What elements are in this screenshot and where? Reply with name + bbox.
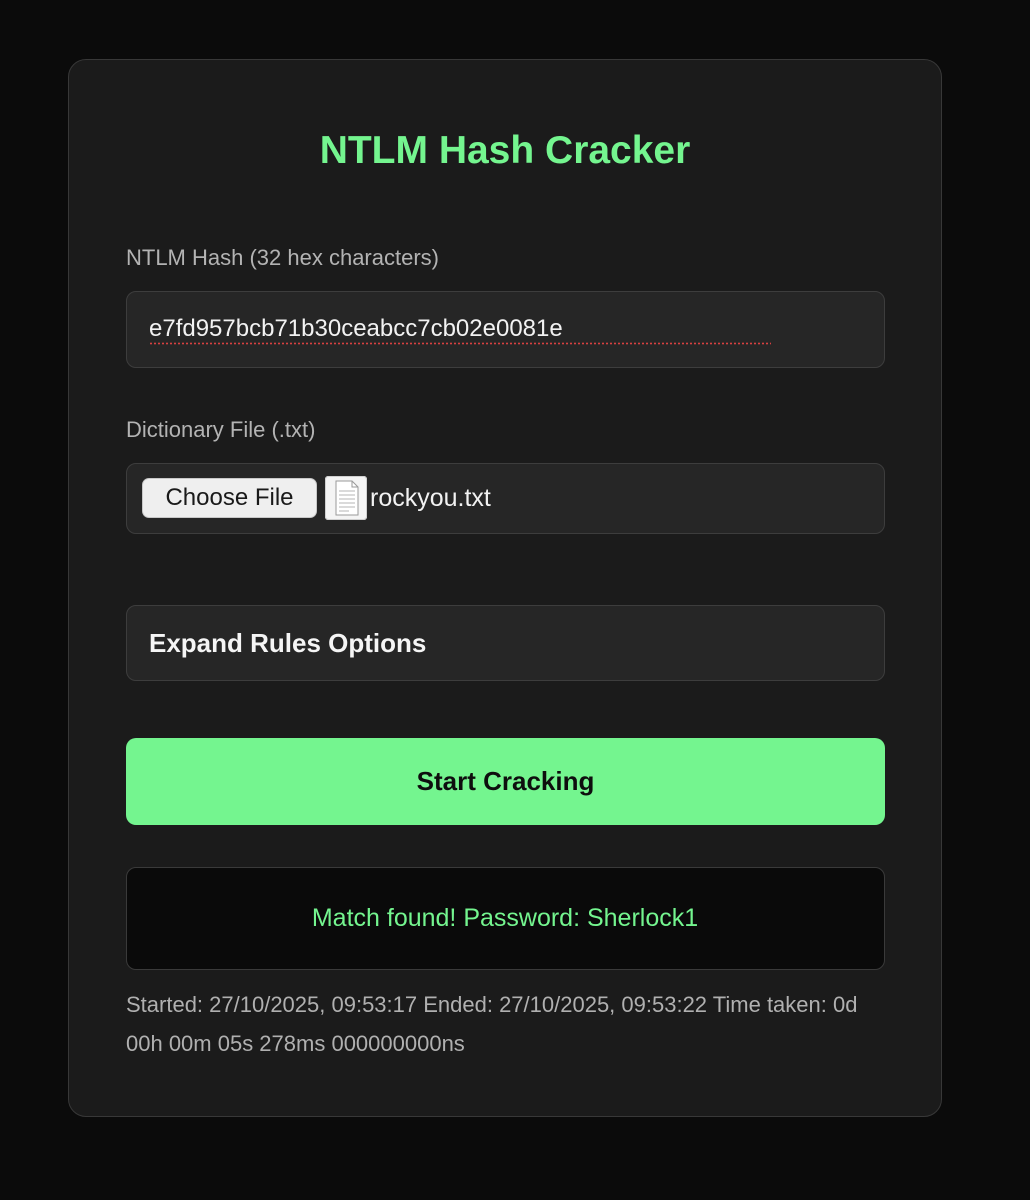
choose-file-button[interactable]: Choose File (142, 478, 317, 518)
start-cracking-button[interactable]: Start Cracking (126, 738, 885, 825)
expand-rules-label: Expand Rules Options (149, 628, 427, 658)
spellcheck-underline (149, 342, 771, 345)
selected-file-name: rockyou.txt (370, 484, 491, 512)
hash-field[interactable] (126, 291, 885, 368)
hash-field-label: NTLM Hash (32 hex characters) (126, 245, 439, 270)
result-message: Match found! Password: Sherlock1 (311, 904, 699, 932)
page-title: NTLM Hash Cracker (319, 129, 691, 172)
result-panel: Match found! Password: Sherlock1 (126, 867, 885, 970)
document-icon (325, 476, 367, 520)
hash-input[interactable] (149, 292, 859, 366)
timing-info: Started: 27/10/2025, 09:53:17 Ended: 27/… (126, 992, 858, 1056)
expand-rules-toggle[interactable]: Expand Rules Options (126, 605, 885, 681)
dictionary-file-field[interactable]: Choose File rockyou.txt (126, 463, 885, 534)
dictionary-field-label: Dictionary File (.txt) (126, 417, 316, 442)
